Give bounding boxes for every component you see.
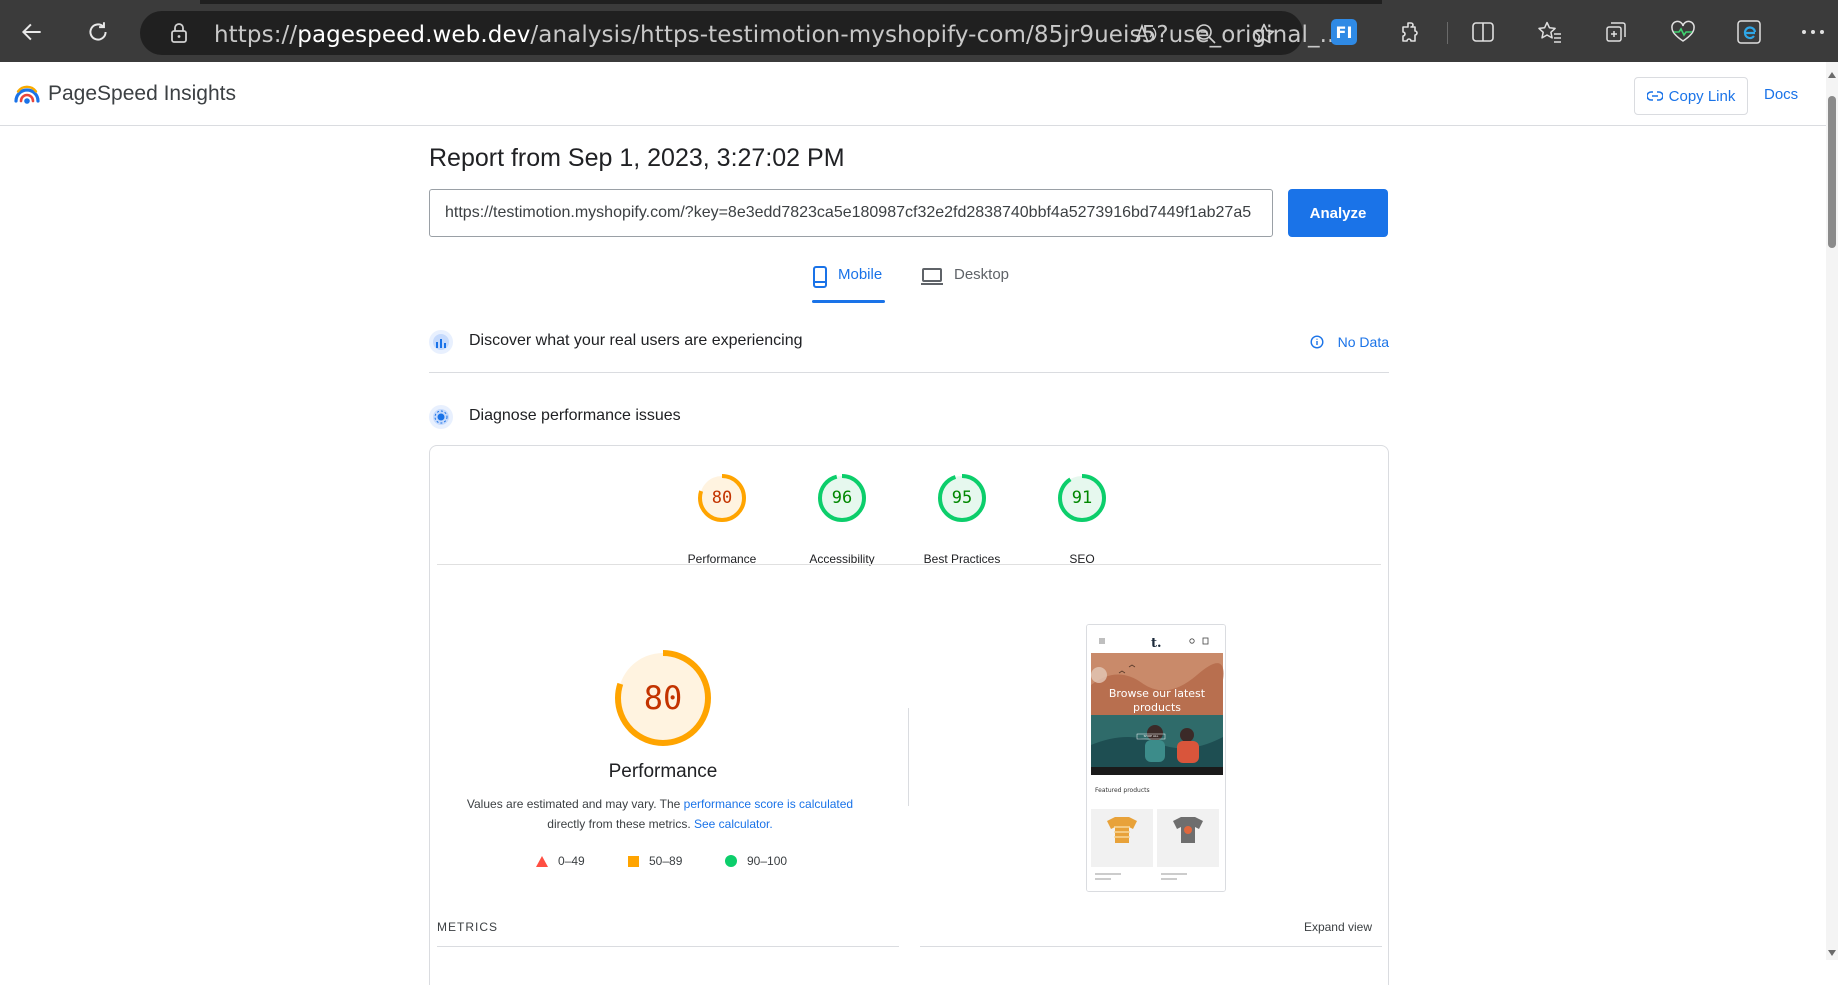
fi-badge: FI — [1331, 19, 1357, 45]
legend-average-range: 50–89 — [649, 854, 683, 868]
tab-desktop-label: Desktop — [954, 266, 1010, 283]
performance-big-score: 80 — [643, 679, 683, 717]
triangle-fail-icon — [536, 855, 548, 867]
report-title: Report from Sep 1, 2023, 3:27:02 PM — [429, 144, 845, 172]
edge-icon[interactable] — [1731, 14, 1767, 50]
info-icon — [1310, 335, 1324, 349]
brand-title[interactable]: PageSpeed Insights — [48, 82, 236, 106]
vertical-divider — [908, 708, 909, 806]
explain-text-2: directly from these metrics. — [547, 817, 694, 831]
performance-big-gauge: 80 — [613, 648, 713, 748]
read-aloud-icon[interactable] — [1132, 20, 1160, 48]
link-icon — [1646, 91, 1663, 101]
metrics-rule-right — [920, 946, 1382, 947]
browser-toolbar: https://pagespeed.web.dev/analysis/https… — [0, 0, 1838, 62]
real-users-section[interactable]: Discover what your real users are experi… — [429, 322, 1389, 372]
no-data-label: No Data — [1337, 334, 1389, 350]
scroll-up-arrow-icon[interactable] — [1828, 72, 1836, 78]
score-gauge-seo[interactable]: 91 SEO — [1052, 468, 1112, 566]
tab-mobile[interactable]: Mobile — [812, 266, 886, 304]
url-path: /analysis/https-testimotion-myshopify-co… — [530, 22, 1342, 48]
legend-fail: 0–49 — [536, 854, 585, 868]
expand-view-toggle[interactable]: Expand view — [1304, 920, 1372, 934]
screenshot-hero-text: Browse our latest products — [1108, 687, 1206, 714]
tab-mobile-label: Mobile — [838, 266, 883, 283]
extensions-icon[interactable] — [1393, 14, 1429, 50]
crux-users-icon — [429, 330, 453, 354]
metrics-rule-left — [437, 946, 899, 947]
square-average-icon — [628, 855, 639, 867]
performance-title: Performance — [608, 761, 718, 782]
scroll-down-arrow-icon[interactable] — [1828, 950, 1836, 956]
url-input[interactable]: https://testimotion.myshopify.com/?key=8… — [429, 189, 1273, 237]
psi-header: PageSpeed Insights Copy Link Docs — [0, 62, 1826, 126]
score-gauge-performance[interactable]: 80 Performance — [688, 468, 756, 566]
screenshot-featured-label: Featured products — [1095, 787, 1150, 794]
url-text[interactable]: https://pagespeed.web.dev/analysis/https… — [214, 22, 1342, 48]
section-divider — [429, 372, 1389, 373]
lighthouse-report-card: 80 Performance 96 Accessibility 95 Best Pract… — [429, 445, 1389, 985]
legend-pass-range: 90–100 — [747, 854, 788, 868]
lock-icon[interactable] — [170, 22, 188, 49]
no-data-status[interactable]: No Data — [1310, 334, 1389, 350]
metrics-heading: METRICS — [437, 920, 498, 934]
final-screenshot-thumbnail[interactable]: t. Browse our latest products SHOP ALL F… — [1086, 624, 1226, 892]
favorites-icon[interactable] — [1532, 14, 1568, 50]
svg-text:t.: t. — [1151, 636, 1162, 651]
gauge-score: 96 — [831, 488, 853, 508]
scroll-thumb[interactable] — [1828, 96, 1836, 248]
gauge-score: 95 — [951, 488, 973, 508]
tab-edge — [0, 0, 200, 4]
copy-link-label: Copy Link — [1668, 87, 1736, 105]
screenshot-image: t. — [1087, 625, 1225, 891]
screenshot-shop-button: SHOP ALL — [1143, 734, 1159, 738]
tab-desktop[interactable]: Desktop — [920, 266, 1009, 304]
performance-explanation: Values are estimated and may vary. The p… — [460, 794, 860, 834]
url-prefix: https:// — [214, 22, 298, 48]
score-gauge-best-practices[interactable]: 95 Best Practices — [924, 468, 1000, 566]
diagnose-title: Diagnose performance issues — [469, 407, 681, 424]
explain-text-1: Values are estimated and may vary. The — [466, 797, 684, 811]
docs-link[interactable]: Docs — [1764, 86, 1798, 103]
extension-fi-icon[interactable]: FI — [1326, 14, 1362, 50]
mobile-phone-icon — [813, 266, 827, 288]
tab-edge — [1382, 0, 1838, 4]
lighthouse-diagnose-icon — [429, 405, 453, 429]
real-users-title: Discover what your real users are experi… — [469, 332, 803, 349]
back-icon[interactable] — [14, 14, 50, 50]
page-scrollbar[interactable] — [1826, 62, 1838, 960]
legend-pass: 90–100 — [725, 854, 787, 868]
score-gauge-accessibility[interactable]: 96 Accessibility — [809, 468, 875, 566]
diagnose-section: Diagnose performance issues — [429, 397, 1389, 447]
laptop-icon — [921, 268, 943, 285]
circle-pass-icon — [725, 855, 737, 867]
performance-icon[interactable] — [1665, 14, 1701, 50]
zoom-out-icon[interactable] — [1192, 20, 1220, 48]
address-bar[interactable]: https://pagespeed.web.dev/analysis/https… — [140, 11, 1342, 55]
pagespeed-logo-icon[interactable] — [14, 80, 40, 111]
collections-icon[interactable] — [1598, 14, 1634, 50]
see-calculator-link[interactable]: See calculator. — [694, 817, 773, 831]
more-icon[interactable] — [1795, 14, 1831, 50]
legend-average: 50–89 — [628, 854, 682, 868]
favorite-star-icon[interactable] — [1250, 20, 1278, 48]
gauge-score: 80 — [711, 488, 733, 508]
analyze-button[interactable]: Analyze — [1288, 189, 1388, 237]
gauge-score: 91 — [1071, 488, 1093, 508]
split-screen-icon[interactable] — [1465, 14, 1501, 50]
score-calculated-link[interactable]: performance score is calculated — [684, 797, 853, 811]
url-host: pagespeed.web.dev — [297, 22, 531, 48]
copy-link-button[interactable]: Copy Link — [1634, 77, 1748, 115]
card-separator — [437, 564, 1381, 565]
legend-fail-range: 0–49 — [558, 854, 585, 868]
refresh-icon[interactable] — [80, 14, 116, 50]
toolbar-separator — [1447, 22, 1448, 44]
